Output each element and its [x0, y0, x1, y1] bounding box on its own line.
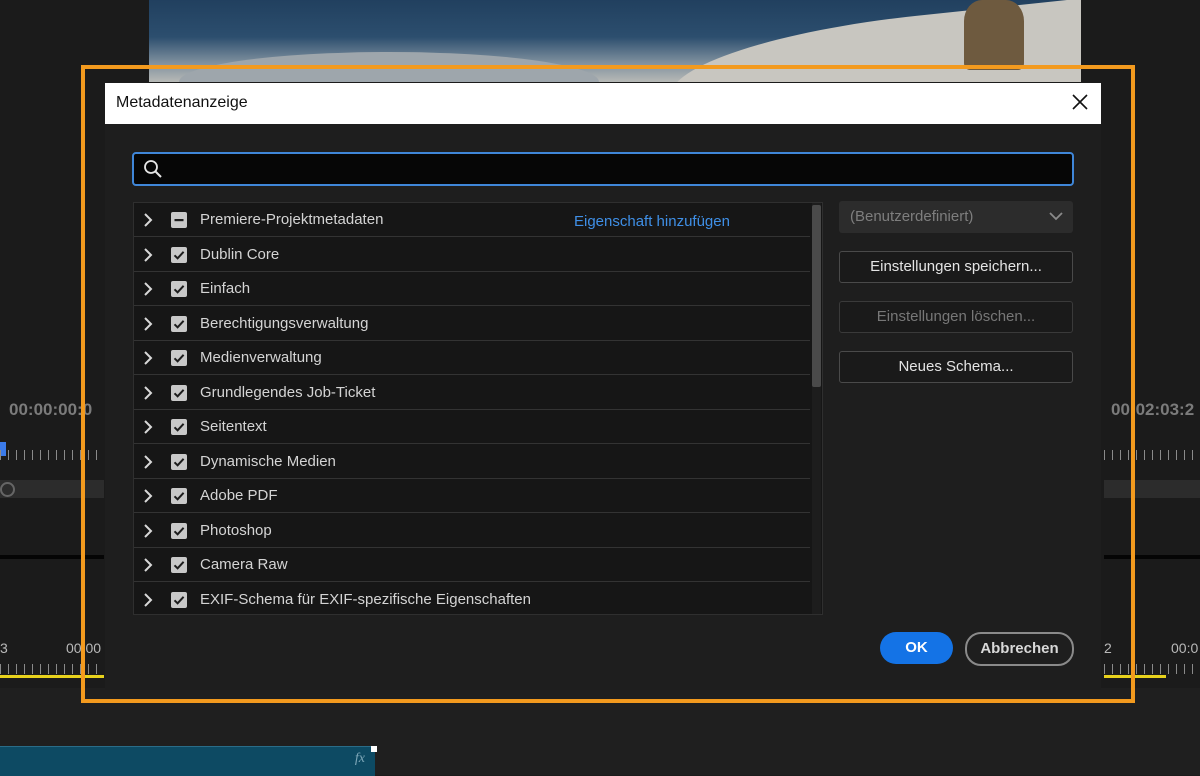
timeline-ruler-label: 3 — [0, 640, 8, 656]
clip-marker — [371, 746, 377, 752]
timeline-ruler-label: 00:0 — [1171, 640, 1199, 656]
timecode-start: 00:00:00:0 — [9, 400, 93, 419]
highlight-frame — [81, 65, 1135, 703]
fx-badge: fx — [354, 751, 365, 766]
timeline-clip[interactable]: fx — [0, 746, 377, 776]
zoom-scrollbar-handle[interactable] — [0, 482, 15, 497]
video-skater — [964, 0, 1024, 70]
